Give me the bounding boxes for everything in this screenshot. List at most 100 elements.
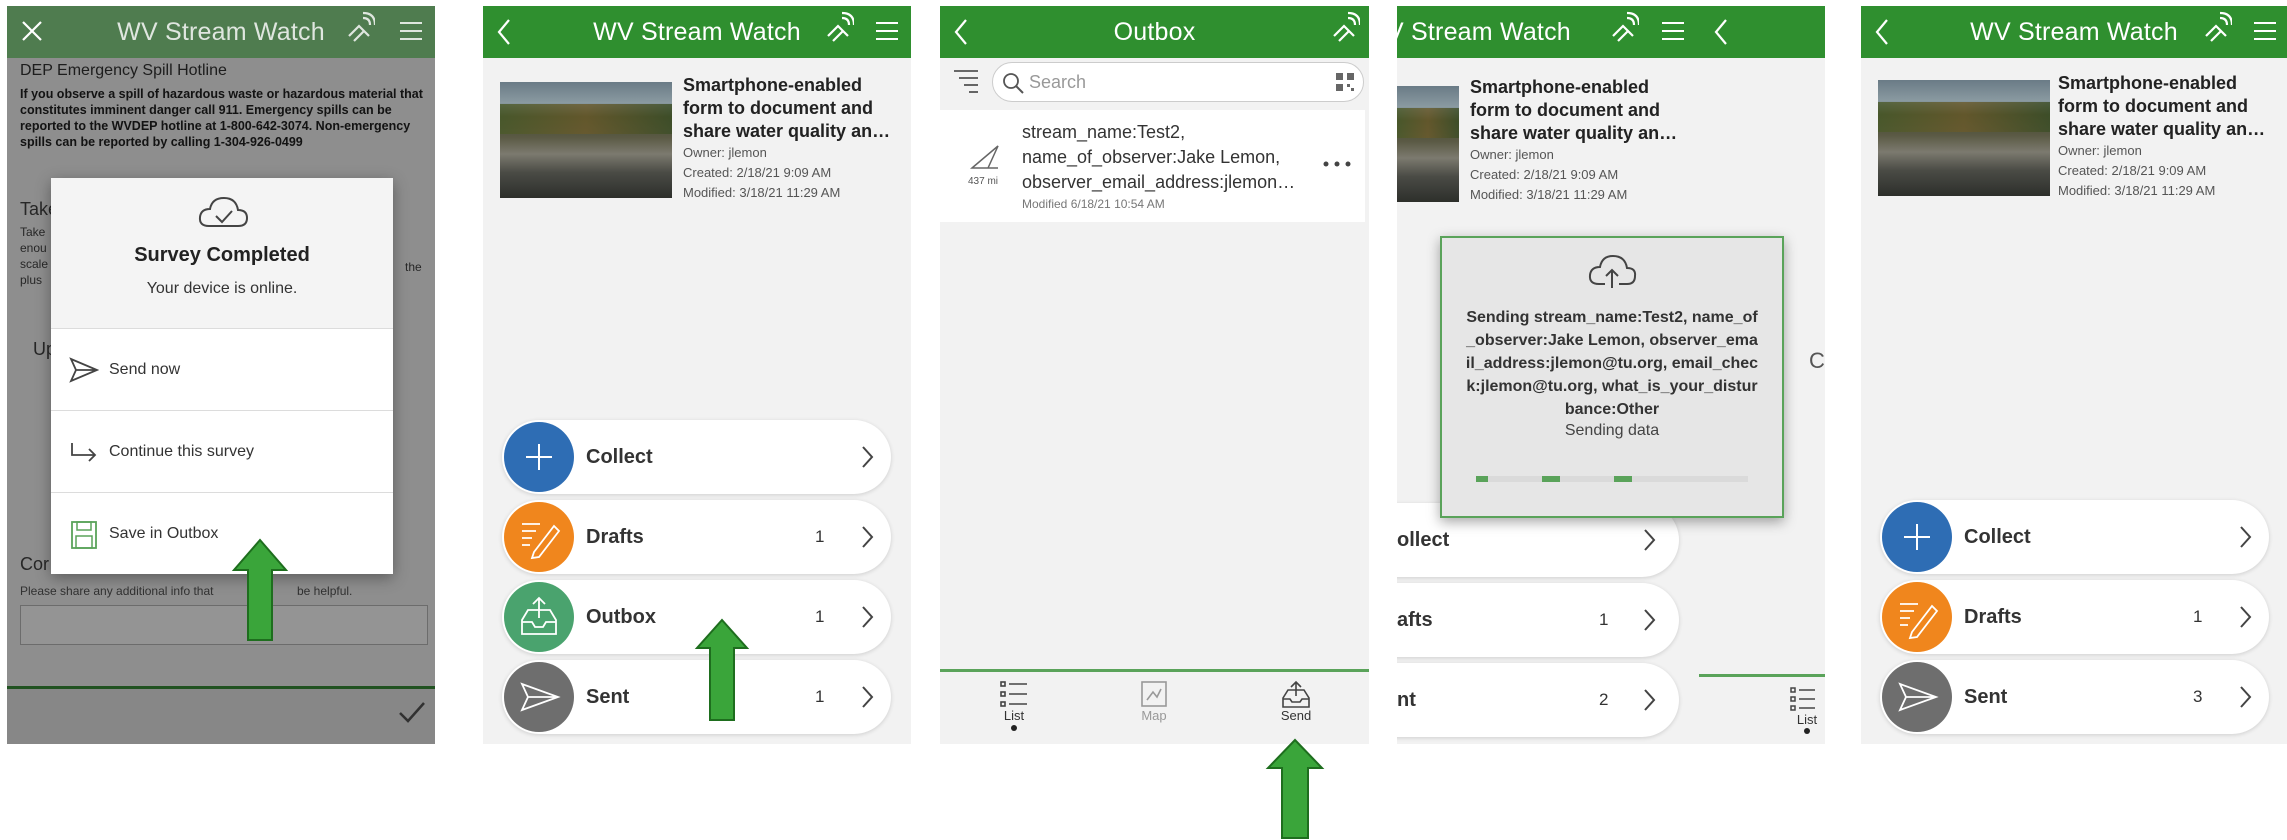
search-input[interactable]: Search — [992, 62, 1364, 102]
side-tab-list[interactable]: List — [1789, 686, 1825, 734]
satellite-icon[interactable] — [2200, 6, 2232, 58]
form-modified: Modified: 3/18/21 11:29 AM — [2058, 183, 2216, 198]
form-title: Smartphone-enabled form to document and … — [683, 75, 891, 141]
form-created: Created: 2/18/21 9:09 AM — [2058, 163, 2207, 178]
satellite-icon[interactable] — [1607, 6, 1639, 58]
filter-icon[interactable] — [952, 67, 980, 93]
menu-collect[interactable]: Collect — [1880, 500, 2269, 574]
satellite-icon[interactable] — [1328, 6, 1360, 58]
header-bar: WV Stream Watch — [7, 6, 435, 58]
progress-dash — [1476, 476, 1488, 482]
send-now-option[interactable]: Send now — [51, 328, 393, 410]
outbox-list-item[interactable]: 437 mi stream_name:Test2, name_of_observ… — [940, 110, 1365, 222]
form-thumbnail — [500, 82, 672, 198]
form-title: Smartphone-enabled form to document and … — [1470, 77, 1678, 143]
menu-drafts[interactable]: Drafts 1 — [502, 500, 891, 574]
tab-label: Map — [1141, 708, 1167, 723]
save-outbox-label: Save in Outbox — [109, 525, 219, 542]
panel-survey-home-sent: WV Stream Watch Smartphone-enabled form … — [1861, 6, 2287, 744]
drafts-circle — [1882, 582, 1952, 652]
form-owner: Owner: jlemon — [1470, 147, 1554, 162]
tab-map[interactable]: Map — [1114, 678, 1194, 723]
panel-sending: V Stream Watch Smartphone-enabled form t… — [1397, 6, 1825, 744]
search-icon — [1001, 71, 1025, 95]
panel-survey-completed: DEP Emergency Spill Hotline If you obser… — [7, 6, 435, 744]
save-outbox-option[interactable]: Save in Outbox — [51, 492, 393, 574]
form-thumbnail — [1397, 86, 1459, 202]
satellite-icon[interactable] — [343, 6, 375, 58]
header-bar: WV Stream Watch — [483, 6, 911, 58]
menu-drafts[interactable]: afts 1 — [1397, 583, 1679, 657]
menu-icon[interactable] — [397, 6, 427, 58]
dialog-subtitle: Your device is online. — [146, 280, 298, 297]
sending-status: Sending data — [1564, 422, 1660, 439]
continue-survey-option[interactable]: Continue this survey — [51, 410, 393, 492]
dialog-header: Survey Completed Your device is online. — [51, 178, 393, 328]
more-options-icon[interactable] — [1322, 160, 1352, 168]
form-meta: Owner: jlemon Created: 2/18/21 9:09 AM M… — [683, 143, 840, 203]
pointer-arrow — [230, 538, 290, 642]
menu-label: Outbox — [586, 606, 656, 628]
menu-icon[interactable] — [1659, 6, 1689, 58]
form-owner: Owner: jlemon — [2058, 143, 2142, 158]
back-icon[interactable] — [1710, 6, 1734, 58]
chevron-right-icon — [860, 444, 874, 470]
form-modified: Modified: 3/18/21 11:29 AM — [1470, 187, 1628, 202]
dialog-title: Survey Completed — [134, 244, 310, 266]
chevron-right-icon — [1642, 607, 1656, 633]
satellite-icon[interactable] — [822, 6, 854, 58]
list-icon — [999, 680, 1029, 708]
side-partial-char: C — [1809, 348, 1825, 373]
item-line-3: observer_email_address:jlemon… — [1022, 172, 1296, 192]
pointer-arrow — [1265, 738, 1325, 840]
item-line-1: stream_name:Test2, — [1022, 122, 1186, 142]
menu-label: afts — [1397, 609, 1433, 631]
item-modified: Modified 6/18/21 10:54 AM — [1022, 197, 1165, 211]
menu-count: 1 — [2193, 607, 2203, 626]
progress-dash — [1614, 476, 1632, 482]
header-bar: Outbox — [940, 6, 1369, 58]
send-icon — [69, 357, 99, 383]
progress-track — [1476, 476, 1748, 482]
form-owner: Owner: jlemon — [683, 145, 767, 160]
form-created: Created: 2/18/21 9:09 AM — [1470, 167, 1619, 182]
tab-list[interactable]: List — [974, 678, 1054, 731]
menu-count: 1 — [815, 687, 825, 706]
menu-count: 1 — [815, 607, 825, 626]
menu-sent[interactable]: Sent 3 — [1880, 660, 2269, 734]
send-now-label: Send now — [109, 361, 181, 378]
item-line-2: name_of_observer:Jake Lemon, — [1022, 147, 1281, 167]
menu-count: 1 — [815, 527, 825, 546]
menu-sent[interactable]: nt 2 — [1397, 663, 1679, 737]
continue-arrow-icon — [69, 439, 99, 465]
outbox-circle — [504, 582, 574, 652]
menu-collect[interactable]: Collect — [502, 420, 891, 494]
sent-circle — [1882, 662, 1952, 732]
menu-icon[interactable] — [873, 6, 903, 58]
chevron-right-icon — [860, 524, 874, 550]
chevron-right-icon — [2238, 684, 2252, 710]
continue-survey-label: Continue this survey — [109, 443, 254, 460]
app-title: V Stream Watch — [1397, 18, 1571, 46]
collect-circle — [1882, 502, 1952, 572]
menu-drafts[interactable]: Drafts 1 — [1880, 580, 2269, 654]
screen-title: Outbox — [1113, 18, 1196, 46]
tab-send[interactable]: Send — [1256, 678, 1336, 723]
menu-label: Collect — [586, 446, 653, 468]
form-meta: Owner: jlemon Created: 2/18/21 9:09 AM M… — [2058, 141, 2215, 201]
header-bar: V Stream Watch — [1397, 6, 1825, 58]
pointer-arrow — [694, 618, 750, 722]
menu-count: 2 — [1599, 690, 1609, 709]
sending-text: Sending stream_name:Test2, name_of_obser… — [1465, 309, 1759, 418]
survey-completed-dialog: Survey Completed Your device is online. … — [51, 178, 393, 574]
active-dot — [1804, 728, 1810, 734]
cloud-upload-icon — [1587, 250, 1637, 290]
form-created: Created: 2/18/21 9:09 AM — [683, 165, 832, 180]
side-tab-divider — [1699, 674, 1825, 677]
chevron-right-icon — [860, 684, 874, 710]
menu-icon[interactable] — [2251, 6, 2281, 58]
menu-count: 3 — [2193, 687, 2203, 706]
menu-label: Sent — [586, 686, 630, 708]
qr-scan-icon[interactable] — [1335, 72, 1355, 92]
tab-label: List — [1003, 708, 1025, 723]
